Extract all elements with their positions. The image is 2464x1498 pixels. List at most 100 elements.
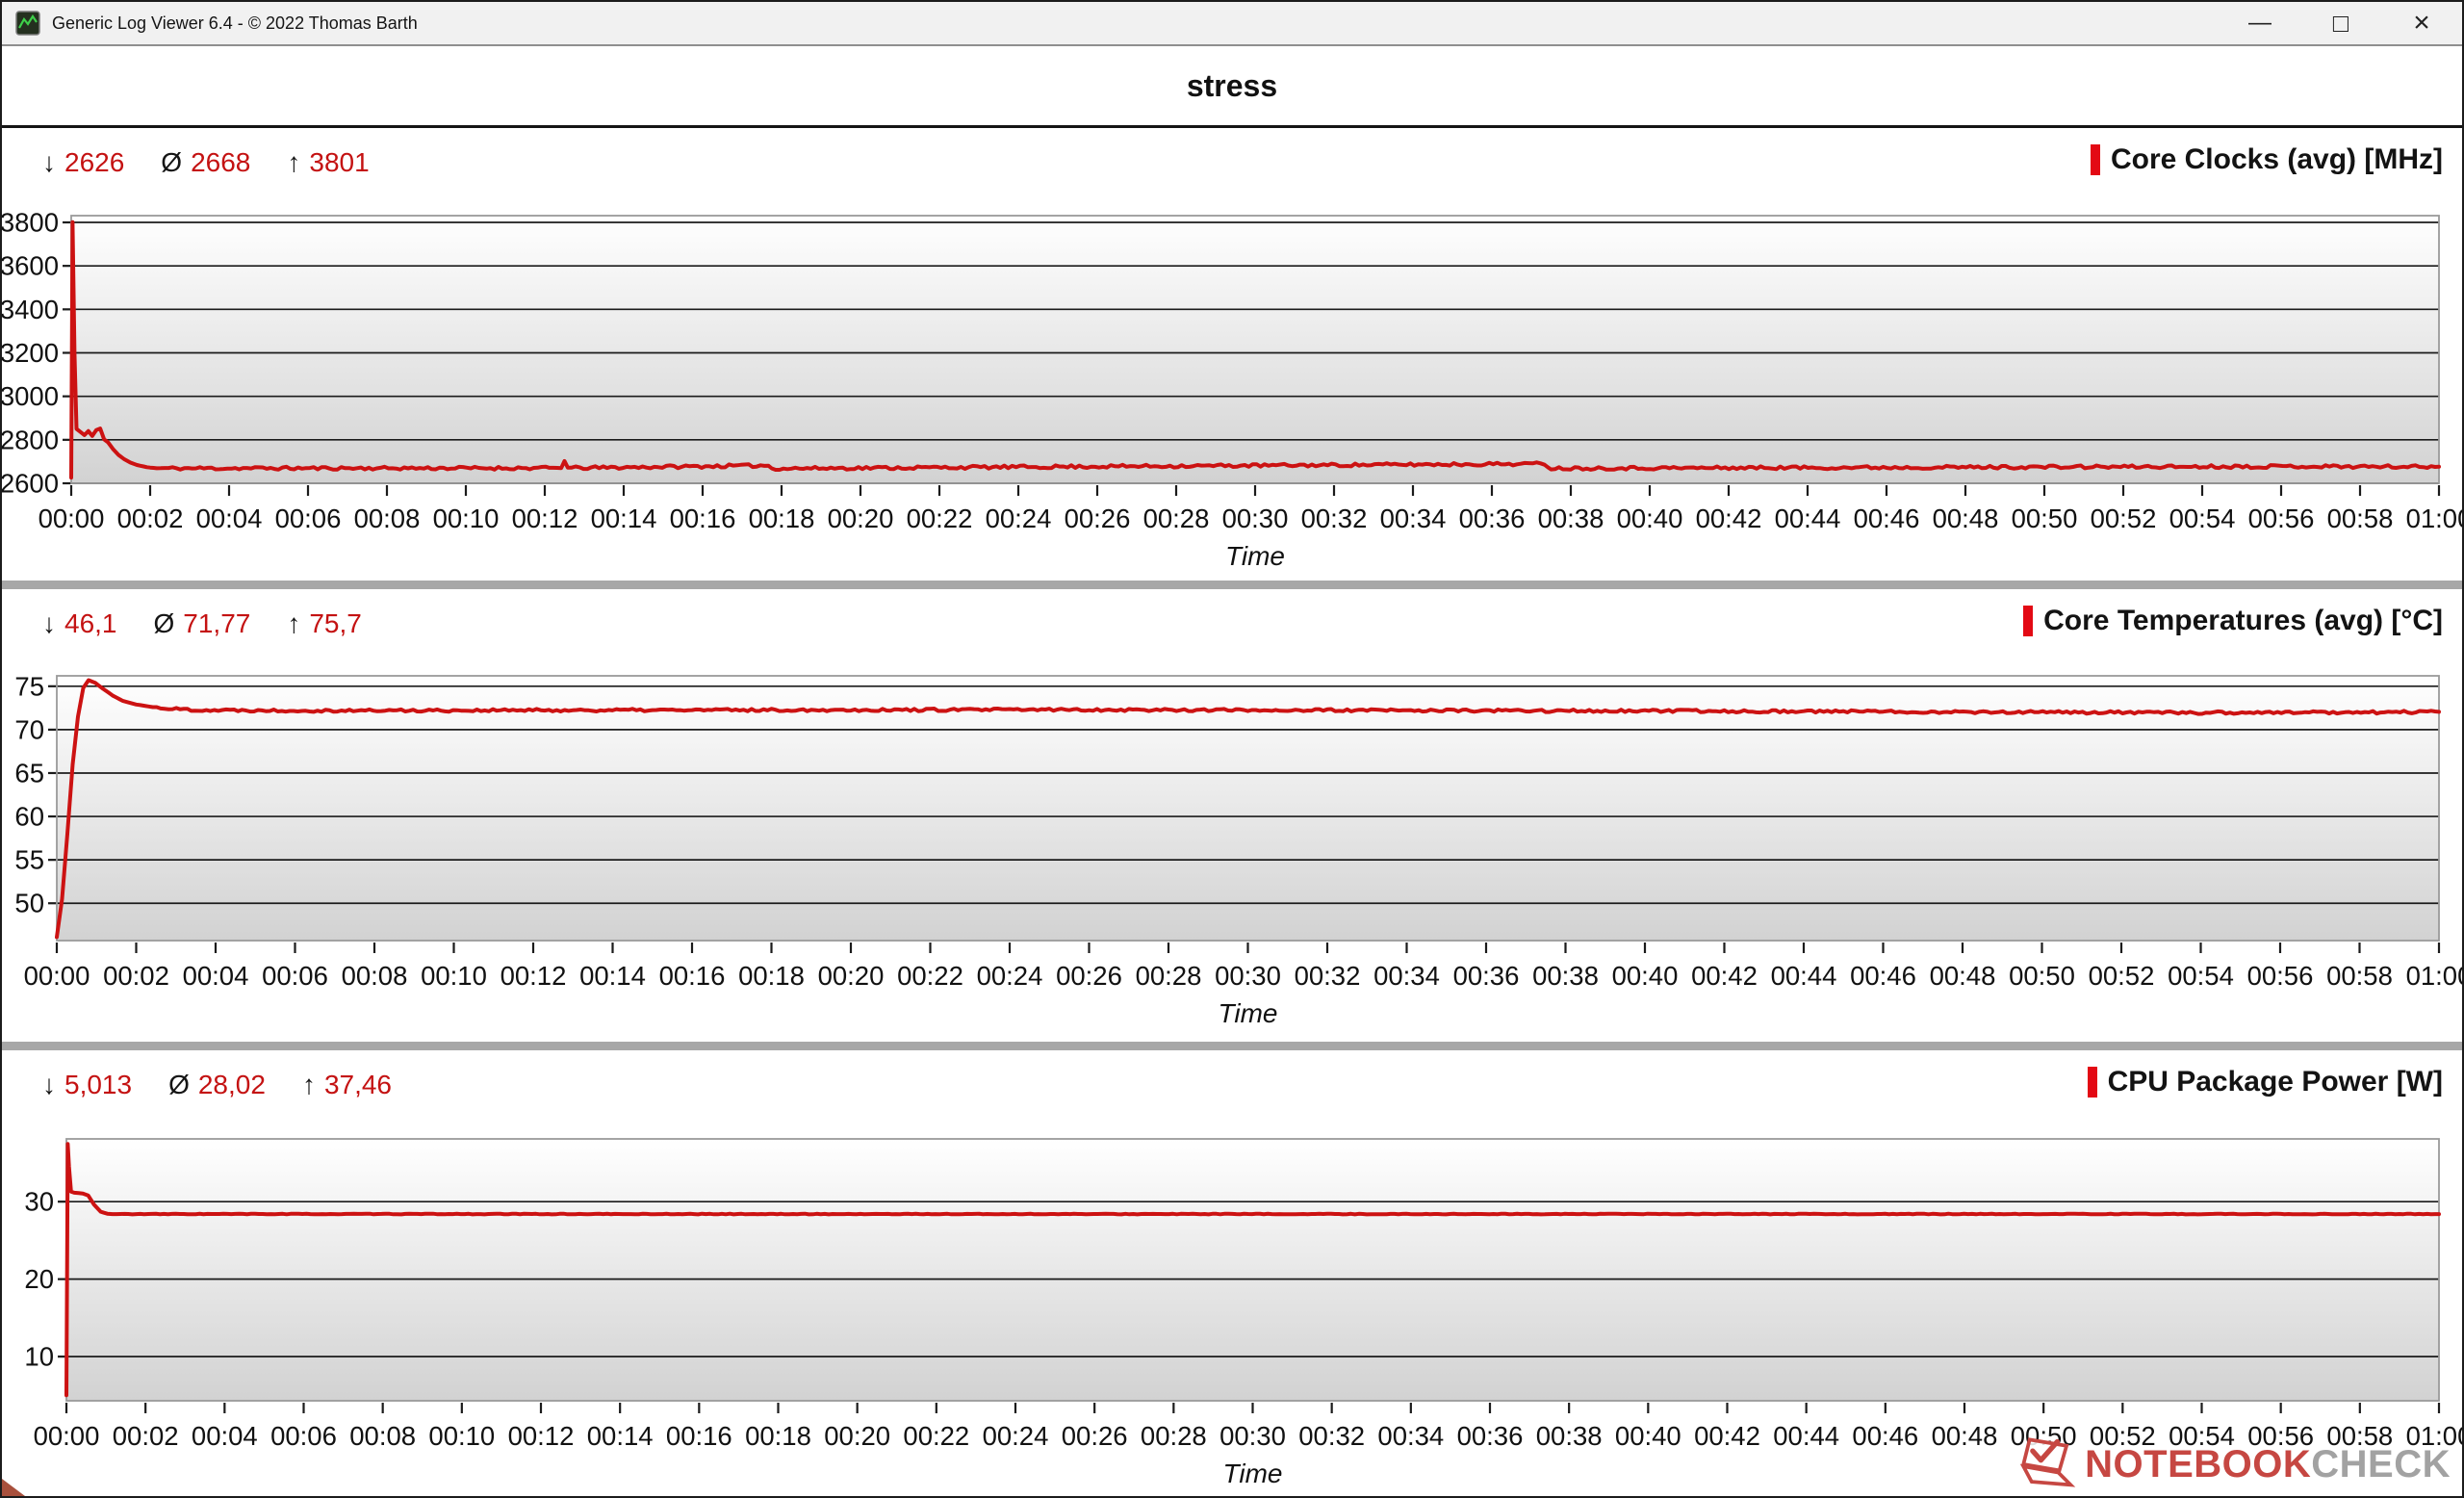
svg-text:00:34: 00:34 (1380, 504, 1447, 533)
min-value: 46,1 (64, 608, 117, 639)
svg-text:00:36: 00:36 (1453, 961, 1520, 991)
svg-text:00:04: 00:04 (192, 1421, 258, 1451)
svg-text:30: 30 (24, 1187, 54, 1217)
svg-text:00:24: 00:24 (983, 1421, 1049, 1451)
metric-title-core-clocks: Core Clocks (avg) [MHz] (2091, 143, 2443, 176)
legend-color-bar (2088, 1067, 2097, 1098)
svg-text:00:12: 00:12 (508, 1421, 575, 1451)
avg-value: 2668 (191, 147, 250, 178)
svg-text:50: 50 (14, 889, 44, 918)
svg-text:00:08: 00:08 (354, 504, 421, 533)
svg-text:00:34: 00:34 (1373, 961, 1440, 991)
svg-text:01:00: 01:00 (2406, 961, 2462, 991)
min-value: 5,013 (64, 1070, 132, 1100)
core-clocks-chart[interactable]: 260028003000320034003600380000:0000:0200… (2, 128, 2462, 581)
metric-label: Core Temperatures (avg) [°C] (2043, 605, 2443, 637)
svg-text:00:00: 00:00 (34, 1421, 100, 1451)
svg-text:00:00: 00:00 (38, 504, 105, 533)
legend-color-bar (2023, 606, 2033, 636)
svg-text:Time: Time (1223, 1459, 1283, 1488)
svg-text:00:04: 00:04 (183, 961, 249, 991)
svg-text:00:14: 00:14 (587, 1421, 654, 1451)
svg-text:00:34: 00:34 (1377, 1421, 1444, 1451)
stats-core-temperatures: ↓ 46,1 Ø 71,77 ↑ 75,7 (42, 608, 398, 639)
svg-text:00:16: 00:16 (670, 504, 736, 533)
metric-label: Core Clocks (avg) [MHz] (2111, 143, 2443, 176)
svg-text:00:56: 00:56 (2247, 961, 2314, 991)
svg-text:00:32: 00:32 (1298, 1421, 1365, 1451)
svg-text:20: 20 (24, 1264, 54, 1294)
svg-text:2600: 2600 (2, 469, 59, 499)
notebookcheck-logo-text-red: NOTEBOOK (2085, 1443, 2311, 1486)
notebookcheck-laptop-icon (2019, 1436, 2081, 1492)
svg-text:00:18: 00:18 (745, 1421, 811, 1451)
svg-text:00:12: 00:12 (512, 504, 578, 533)
svg-text:3400: 3400 (2, 295, 59, 324)
metric-label: CPU Package Power [W] (2108, 1066, 2443, 1098)
svg-text:70: 70 (14, 714, 44, 744)
svg-text:00:28: 00:28 (1141, 1421, 1207, 1451)
stats-cpu-package-power: ↓ 5,013 Ø 28,02 ↑ 37,46 (42, 1070, 428, 1100)
svg-text:00:52: 00:52 (2091, 504, 2157, 533)
metric-title-core-temperatures: Core Temperatures (avg) [°C] (2023, 605, 2443, 637)
svg-text:00:48: 00:48 (1930, 961, 1996, 991)
max-arrow-icon: ↑ (287, 147, 300, 178)
svg-text:3800: 3800 (2, 208, 59, 238)
maximize-button[interactable]: □ (2300, 2, 2381, 44)
svg-text:65: 65 (14, 758, 44, 788)
svg-text:00:30: 00:30 (1219, 1421, 1286, 1451)
close-button[interactable]: × (2381, 2, 2462, 44)
svg-text:00:38: 00:38 (1532, 961, 1599, 991)
svg-text:00:40: 00:40 (1617, 504, 1683, 533)
svg-text:00:14: 00:14 (591, 504, 657, 533)
svg-text:00:00: 00:00 (24, 961, 90, 991)
panel-cpu-package-power: 10203000:0000:0200:0400:0600:0800:1000:1… (2, 1050, 2462, 1496)
svg-text:00:50: 00:50 (2009, 961, 2075, 991)
svg-text:00:06: 00:06 (262, 961, 328, 991)
cpu-package-power-chart[interactable]: 10203000:0000:0200:0400:0600:0800:1000:1… (2, 1050, 2462, 1496)
svg-text:00:46: 00:46 (1852, 1421, 1918, 1451)
svg-text:00:02: 00:02 (113, 1421, 179, 1451)
svg-text:00:06: 00:06 (275, 504, 342, 533)
svg-text:00:42: 00:42 (1696, 504, 1762, 533)
minimize-button[interactable]: — (2220, 2, 2300, 44)
svg-text:00:22: 00:22 (903, 1421, 969, 1451)
legend-color-bar (2091, 144, 2100, 175)
svg-text:00:26: 00:26 (1065, 504, 1131, 533)
svg-text:3200: 3200 (2, 338, 59, 368)
core-temperatures-chart[interactable]: 50556065707500:0000:0200:0400:0600:0800:… (2, 589, 2462, 1042)
svg-text:00:18: 00:18 (738, 961, 805, 991)
svg-text:00:04: 00:04 (196, 504, 263, 533)
svg-text:00:10: 00:10 (428, 1421, 495, 1451)
svg-text:00:44: 00:44 (1773, 1421, 1839, 1451)
svg-text:00:02: 00:02 (117, 504, 184, 533)
min-arrow-icon: ↓ (42, 608, 56, 639)
max-value: 37,46 (324, 1070, 392, 1100)
svg-text:00:14: 00:14 (579, 961, 646, 991)
svg-text:00:54: 00:54 (2169, 504, 2236, 533)
svg-text:00:50: 00:50 (2012, 504, 2078, 533)
svg-text:00:52: 00:52 (2089, 961, 2155, 991)
svg-text:00:22: 00:22 (907, 504, 973, 533)
svg-text:00:18: 00:18 (749, 504, 815, 533)
svg-text:00:20: 00:20 (828, 504, 894, 533)
svg-text:00:58: 00:58 (2327, 504, 2394, 533)
svg-text:3000: 3000 (2, 381, 59, 411)
svg-text:00:06: 00:06 (270, 1421, 337, 1451)
svg-text:00:26: 00:26 (1056, 961, 1122, 991)
svg-text:Time: Time (1225, 541, 1285, 571)
svg-text:01:00: 01:00 (2406, 504, 2462, 533)
svg-text:00:42: 00:42 (1691, 961, 1758, 991)
panel-core-clocks: 260028003000320034003600380000:0000:0200… (2, 128, 2462, 581)
notebookcheck-logo-text-gray: CHECK (2311, 1443, 2451, 1486)
svg-text:00:24: 00:24 (977, 961, 1043, 991)
svg-text:00:10: 00:10 (421, 961, 487, 991)
panel-core-temperatures: 50556065707500:0000:0200:0400:0600:0800:… (2, 589, 2462, 1042)
svg-text:Time: Time (1219, 998, 1278, 1028)
svg-text:00:40: 00:40 (1612, 961, 1679, 991)
svg-text:00:38: 00:38 (1536, 1421, 1603, 1451)
svg-text:00:20: 00:20 (818, 961, 885, 991)
svg-text:00:46: 00:46 (1854, 504, 1920, 533)
svg-text:00:08: 00:08 (342, 961, 408, 991)
avg-symbol-icon: Ø (161, 147, 182, 178)
